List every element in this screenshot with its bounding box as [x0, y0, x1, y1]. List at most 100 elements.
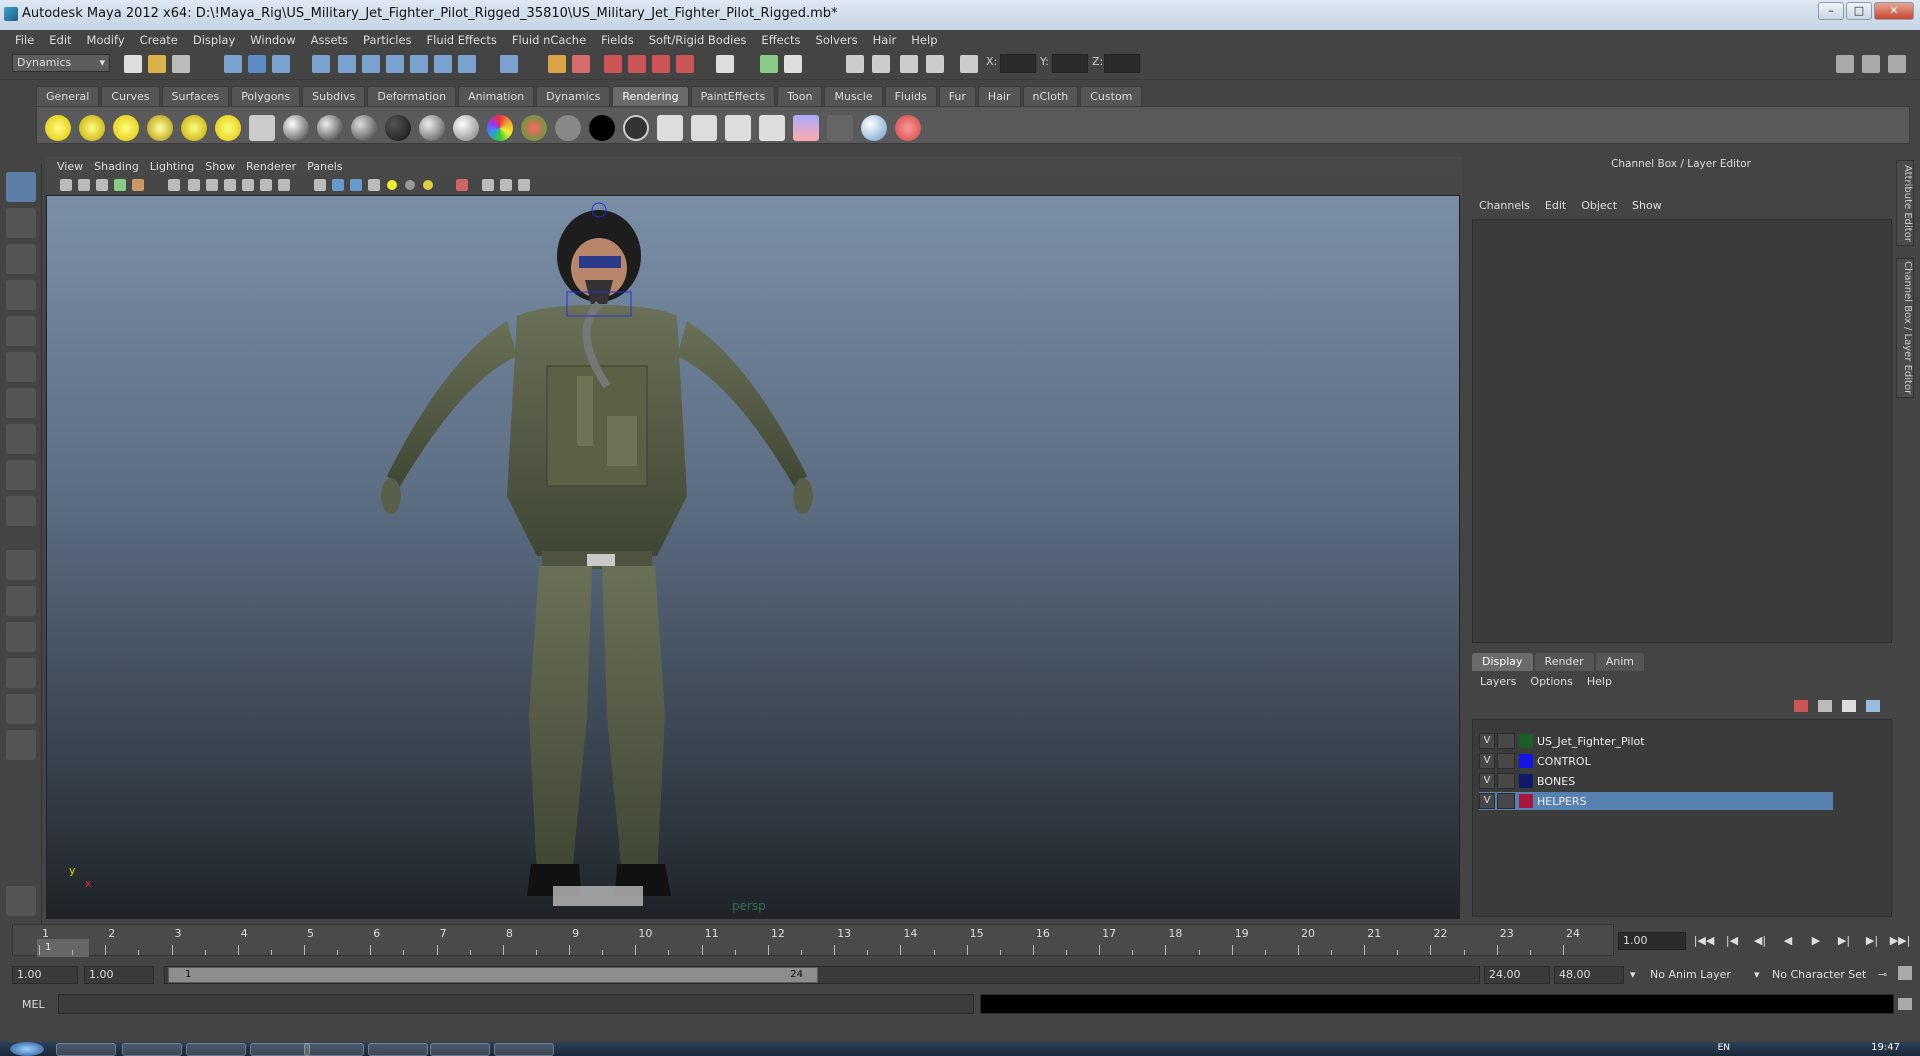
layer-menu-help[interactable]: Help [1583, 675, 1622, 688]
shelf-tab-painteffects[interactable]: PaintEffects [690, 86, 776, 106]
toggle-tool-settings-icon[interactable] [1862, 55, 1880, 73]
channel-box-area[interactable] [1472, 219, 1892, 643]
snap-grid-icon[interactable] [312, 55, 330, 73]
input-output-icon[interactable] [572, 55, 590, 73]
menu-file[interactable]: File [8, 33, 42, 47]
point-light-icon[interactable] [113, 115, 139, 141]
layer-row-control[interactable]: V CONTROL [1479, 752, 1833, 770]
step-forward-frame-button[interactable]: ▶| [1832, 932, 1856, 950]
current-frame-marker[interactable]: 1 [37, 939, 89, 957]
layer-row-bones[interactable]: V BONES [1479, 772, 1833, 790]
anim-layer-dropdown-arrow-icon[interactable]: ▾ [1630, 968, 1636, 981]
shelf-tab-dynamics[interactable]: Dynamics [536, 86, 611, 106]
move-tool-icon[interactable] [6, 280, 36, 310]
panel-layout-icon[interactable] [926, 55, 944, 73]
z-field[interactable] [1104, 54, 1140, 73]
layer-display-type-toggle[interactable] [1497, 753, 1515, 769]
attribute-editor-side-tab[interactable]: Attribute Editor [1896, 160, 1914, 246]
phong-e-shader-icon[interactable] [453, 115, 479, 141]
range-slider[interactable]: 1 24 [168, 967, 818, 983]
menu-particles[interactable]: Particles [356, 33, 419, 47]
shelf-tab-custom[interactable]: Custom [1080, 86, 1143, 106]
layer-menu-layers[interactable]: Layers [1476, 675, 1526, 688]
menu-edit[interactable]: Edit [42, 33, 79, 47]
render-region-icon[interactable] [760, 55, 778, 73]
show-manipulator-icon[interactable] [6, 460, 36, 490]
go-to-end-button[interactable]: ▶▶| [1888, 932, 1912, 950]
taskbar-window-icon[interactable] [430, 1043, 490, 1056]
menu-assets[interactable]: Assets [304, 33, 356, 47]
menu-fluid-effects[interactable]: Fluid Effects [420, 33, 505, 47]
character-set-dropdown[interactable]: No Character Set [1772, 968, 1866, 981]
taskbar-app-icon[interactable] [122, 1043, 182, 1056]
taskbar-clock[interactable]: 19:47 [1871, 1042, 1900, 1053]
scale-tool-icon[interactable] [6, 352, 36, 382]
paint-brush-icon[interactable] [895, 115, 921, 141]
hypershade-layout-icon[interactable] [6, 730, 36, 760]
menu-fields[interactable]: Fields [594, 33, 642, 47]
playback-end-field[interactable]: 24.00 [1484, 966, 1550, 984]
select-hierarchy-icon[interactable] [224, 55, 242, 73]
mel-command-input[interactable] [58, 994, 974, 1014]
step-back-key-button[interactable]: |◀ [1720, 932, 1744, 950]
key-icon[interactable]: ⊸ [1878, 968, 1887, 981]
anim-layer-dropdown[interactable]: No Anim Layer [1650, 968, 1731, 981]
layer-color-swatch[interactable] [1519, 794, 1533, 808]
y-field[interactable] [1052, 54, 1088, 73]
perspective-viewport[interactable]: y x persp [46, 195, 1460, 919]
step-forward-key-button[interactable]: ▶| [1860, 932, 1884, 950]
play-forwards-button[interactable]: ▶ [1804, 932, 1828, 950]
taskbar-skype-icon[interactable] [304, 1043, 364, 1056]
animation-start-field[interactable]: 1.00 [12, 966, 78, 984]
ambient-light-icon[interactable] [45, 115, 71, 141]
ipr-render-icon[interactable] [628, 55, 646, 73]
time-slider[interactable]: 1 1 2 3 4 5 6 7 8 9 10 11 12 13 14 15 16 17 18 19 20 21 22 23 2… [12, 924, 1614, 957]
snap-point-icon[interactable] [362, 55, 380, 73]
script-editor-icon[interactable] [900, 55, 918, 73]
menu-fluid-ncache[interactable]: Fluid nCache [505, 33, 594, 47]
paint-select-tool-icon[interactable] [6, 244, 36, 274]
universal-manipulator-icon[interactable] [6, 388, 36, 418]
shelf-tab-curves[interactable]: Curves [101, 86, 160, 106]
output-window-icon[interactable] [846, 55, 864, 73]
hypershade-shelf-icon[interactable] [793, 115, 819, 141]
surface-shader-icon[interactable] [555, 115, 581, 141]
shelf-tab-hair[interactable]: Hair [977, 86, 1021, 106]
shelf-tab-deformation[interactable]: Deformation [367, 86, 457, 106]
shelf-tab-animation[interactable]: Animation [458, 86, 535, 106]
playback-start-field[interactable]: 1.00 [84, 966, 154, 984]
render-icon[interactable] [604, 55, 622, 73]
shelf-tab-fur[interactable]: Fur [938, 86, 976, 106]
area-light-icon[interactable] [181, 115, 207, 141]
construction-icon[interactable] [458, 55, 476, 73]
go-to-start-button[interactable]: |◀◀ [1692, 932, 1716, 950]
menu-window[interactable]: Window [243, 33, 303, 47]
volume-light-icon[interactable] [215, 115, 241, 141]
layer-color-swatch[interactable] [1519, 734, 1533, 748]
menu-help[interactable]: Help [904, 33, 945, 47]
layer-visibility-toggle[interactable]: V [1479, 753, 1495, 769]
render-view-icon[interactable] [716, 55, 734, 73]
render-settings-icon[interactable] [652, 55, 670, 73]
directional-light-icon[interactable] [79, 115, 105, 141]
toggle-channel-box-icon[interactable] [1888, 55, 1906, 73]
delete-layer-icon[interactable] [1794, 700, 1808, 712]
menu-effects[interactable]: Effects [754, 33, 808, 47]
render-settings-shelf-icon[interactable] [759, 115, 785, 141]
viewport-menu-show[interactable]: Show [202, 160, 243, 173]
dope-sheet-layout-icon[interactable] [6, 694, 36, 724]
menu-modify[interactable]: Modify [80, 33, 133, 47]
render-current-frame-icon[interactable] [657, 115, 683, 141]
select-tool-icon[interactable] [6, 172, 36, 202]
start-button-icon[interactable] [10, 1042, 44, 1056]
ipr-render-shelf-icon[interactable] [691, 115, 717, 141]
layer-row-us-jet-fighter-pilot[interactable]: V US_Jet_Fighter_Pilot [1479, 732, 1833, 750]
spot-light-icon[interactable] [147, 115, 173, 141]
layer-row-helpers[interactable]: V HELPERS [1479, 792, 1833, 810]
shelf-tab-toon[interactable]: Toon [777, 86, 823, 106]
four-view-layout-icon[interactable] [6, 586, 36, 616]
graph-editor-layout-icon[interactable] [6, 658, 36, 688]
taskbar-maya-icon[interactable] [186, 1043, 246, 1056]
hypershade-icon[interactable] [676, 55, 694, 73]
shelf-tab-surfaces[interactable]: Surfaces [161, 86, 230, 106]
